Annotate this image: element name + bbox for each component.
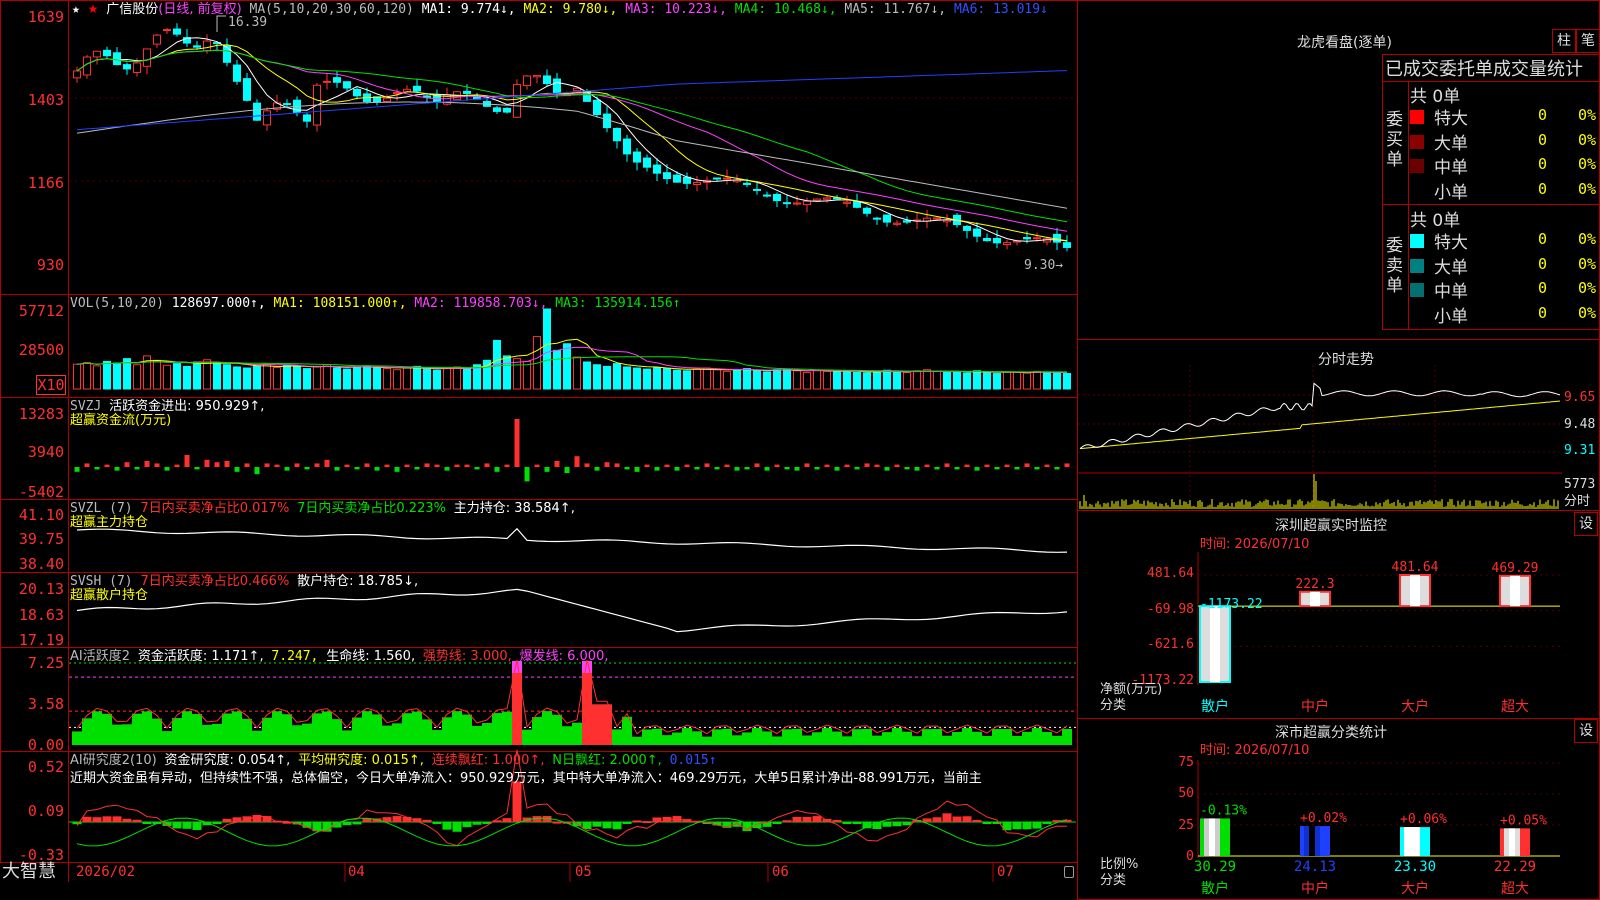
stock-terminal-window: ★ ★ 广信股份(日线, 前复权) MA(5,10,20,30,60,120) … [0, 0, 1600, 900]
classify-category-label: 中户 [1301, 880, 1329, 897]
classify-axis-2: 50 [1178, 786, 1194, 801]
classify-bar-0 [1200, 818, 1230, 856]
classify-bar-2 [1400, 827, 1430, 856]
classify-bar-highlight [1309, 826, 1315, 856]
classify-change-label: -0.13% [1200, 803, 1247, 818]
classify-value-label: 22.29 [1494, 859, 1536, 875]
classify-category-label: 散户 [1201, 880, 1229, 897]
classify-change-label: +0.02% [1300, 811, 1347, 826]
classify-category-label: 大户 [1401, 880, 1429, 897]
classify-axis-3: 25 [1178, 818, 1194, 833]
classify-category-label: 超大 [1501, 881, 1529, 897]
classify-value-label: 23.30 [1394, 859, 1436, 875]
classify-axis-1: 75 [1178, 755, 1194, 770]
classify-bar-3 [1500, 828, 1530, 856]
classify-bar-1 [1300, 826, 1330, 856]
classify-axis-4: 0 [1186, 849, 1194, 864]
classify-change-label: +0.05% [1500, 813, 1547, 828]
classify-value-label: 24.13 [1294, 859, 1336, 875]
classify-change-label: +0.06% [1400, 812, 1447, 827]
classify-x-unit: 分类 [1100, 873, 1127, 888]
classify-bar-highlight [1209, 818, 1215, 856]
classify-value-label: 30.29 [1194, 859, 1236, 875]
classify-bar-highlight [1509, 828, 1515, 856]
classify-y-unit: 比例% [1100, 857, 1139, 872]
classify-chart-svg: -0.13% 30.29 散户 +0.02% 24.13 中户 +0.06% 23.30 大户 +… [1194, 760, 1560, 897]
classify-bar-highlight [1409, 827, 1415, 856]
